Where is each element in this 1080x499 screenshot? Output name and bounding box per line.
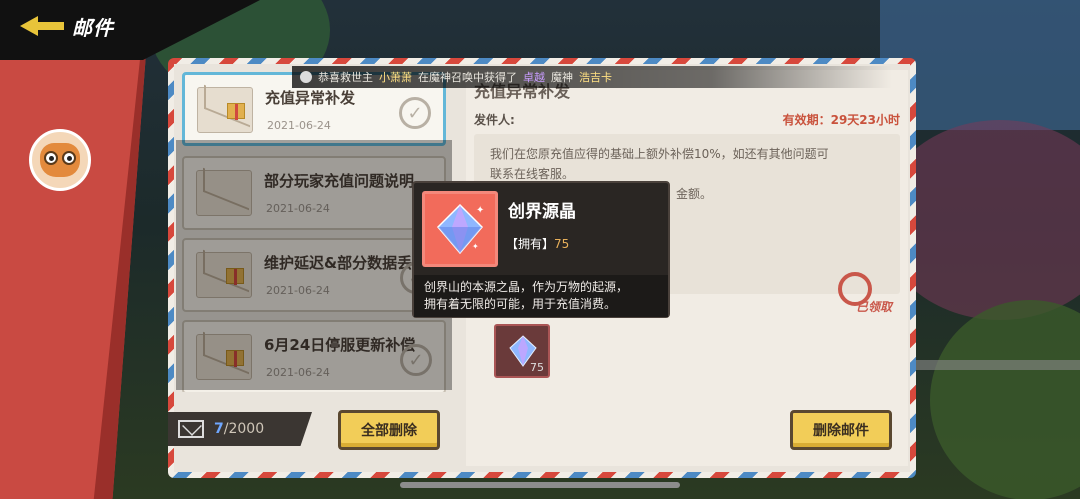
mail-list-item[interactable]: 部分玩家充值问题说明 2021-06-24 <box>182 156 446 230</box>
item-owned: 【拥有】75 <box>506 235 569 252</box>
envelope-icon <box>196 170 252 216</box>
mail-subject: 维护延迟&部分数据丢 <box>264 254 413 272</box>
back-button[interactable]: 邮件 <box>20 8 150 44</box>
mail-date: 2021-06-24 <box>266 202 330 215</box>
gift-icon <box>226 350 244 367</box>
mail-date: 2021-06-24 <box>266 366 330 379</box>
mail-count: 7 <box>214 421 224 437</box>
reward-item-slot[interactable]: 75 <box>494 324 550 378</box>
mail-counter: 7/2000 <box>168 412 312 446</box>
mail-list-item[interactable]: 6月24日停服更新补偿 2021-06-24 ✓ <box>182 320 446 392</box>
ticker-prefix: 恭喜救世主 <box>318 71 373 84</box>
svg-text:✦: ✦ <box>472 242 479 251</box>
gift-icon <box>226 268 244 285</box>
owned-value: 75 <box>554 237 570 251</box>
svg-text:✦: ✦ <box>476 205 484 216</box>
item-desc-line: 创界山的本源之晶，作为万物的起源， <box>424 280 629 294</box>
ticker-item-name: 浩吉卡 <box>579 71 612 84</box>
item-description: 创界山的本源之晶，作为万物的起源， 拥有着无限的可能，用于充值消费。 <box>414 275 668 317</box>
mail-total: /2000 <box>223 421 265 437</box>
item-name: 创界源晶 <box>508 202 576 222</box>
mail-list-item[interactable]: 维护延迟&部分数据丢 2021-06-24 ✓ <box>182 238 446 312</box>
claimed-stamp: 已领取 <box>838 272 898 318</box>
expiry-text: 有效期：29天23小时 <box>782 113 900 127</box>
mail-date: 2021-06-24 <box>266 284 330 297</box>
owl-icon <box>40 143 80 177</box>
mail-body-line: 我们在您原充值应得的基础上额外补偿10%，如还有其他问题可 <box>490 147 829 161</box>
claimed-check-icon: ✓ <box>399 97 431 129</box>
claimed-check-icon: ✓ <box>400 344 432 376</box>
gift-icon <box>227 103 245 120</box>
ticker-middle: 在魔神召唤中获得了 <box>418 71 517 84</box>
mail-subject: 部分玩家充值问题说明 <box>264 172 415 190</box>
item-tooltip: ✦ ✦ 创界源晶 【拥有】75 创界山的本源之晶，作为万物的起源， 拥有着无限的… <box>412 181 670 318</box>
delete-all-button[interactable]: 全部删除 <box>338 410 440 450</box>
item-icon-box: ✦ ✦ <box>422 191 498 267</box>
sender-row: 发件人: 有效期：29天23小时 <box>474 108 900 130</box>
back-arrow-icon <box>20 12 66 40</box>
reward-quantity: 75 <box>530 361 544 374</box>
fence <box>900 360 1080 370</box>
ticker-item-prefix: 卓越 <box>523 71 545 84</box>
sender-label: 发件人: <box>474 113 515 127</box>
ticker-item-mid: 魔神 <box>551 71 573 84</box>
tree <box>930 300 1080 499</box>
item-desc-line: 拥有着无限的可能，用于充值消费。 <box>424 297 617 311</box>
owned-label: 【拥有】 <box>506 237 555 251</box>
delete-mail-button[interactable]: 删除邮件 <box>790 410 892 450</box>
mail-icon <box>178 420 204 438</box>
claimed-label: 已领取 <box>856 300 893 314</box>
crystal-icon: ✦ ✦ <box>436 203 484 255</box>
mail-date: 2021-06-24 <box>267 119 331 132</box>
mail-subject: 充值异常补发 <box>265 89 356 107</box>
speaker-icon <box>300 71 312 83</box>
mail-subject: 6月24日停服更新补偿 <box>264 336 416 354</box>
page-title: 邮件 <box>72 15 114 40</box>
announcement-ticker: 恭喜救世主 小萧萧 在魔神召唤中获得了 卓越 魔神 浩吉卡 <box>292 66 892 88</box>
home-indicator <box>400 482 680 488</box>
avatar[interactable] <box>29 129 91 191</box>
ticker-player: 小萧萧 <box>379 71 412 84</box>
